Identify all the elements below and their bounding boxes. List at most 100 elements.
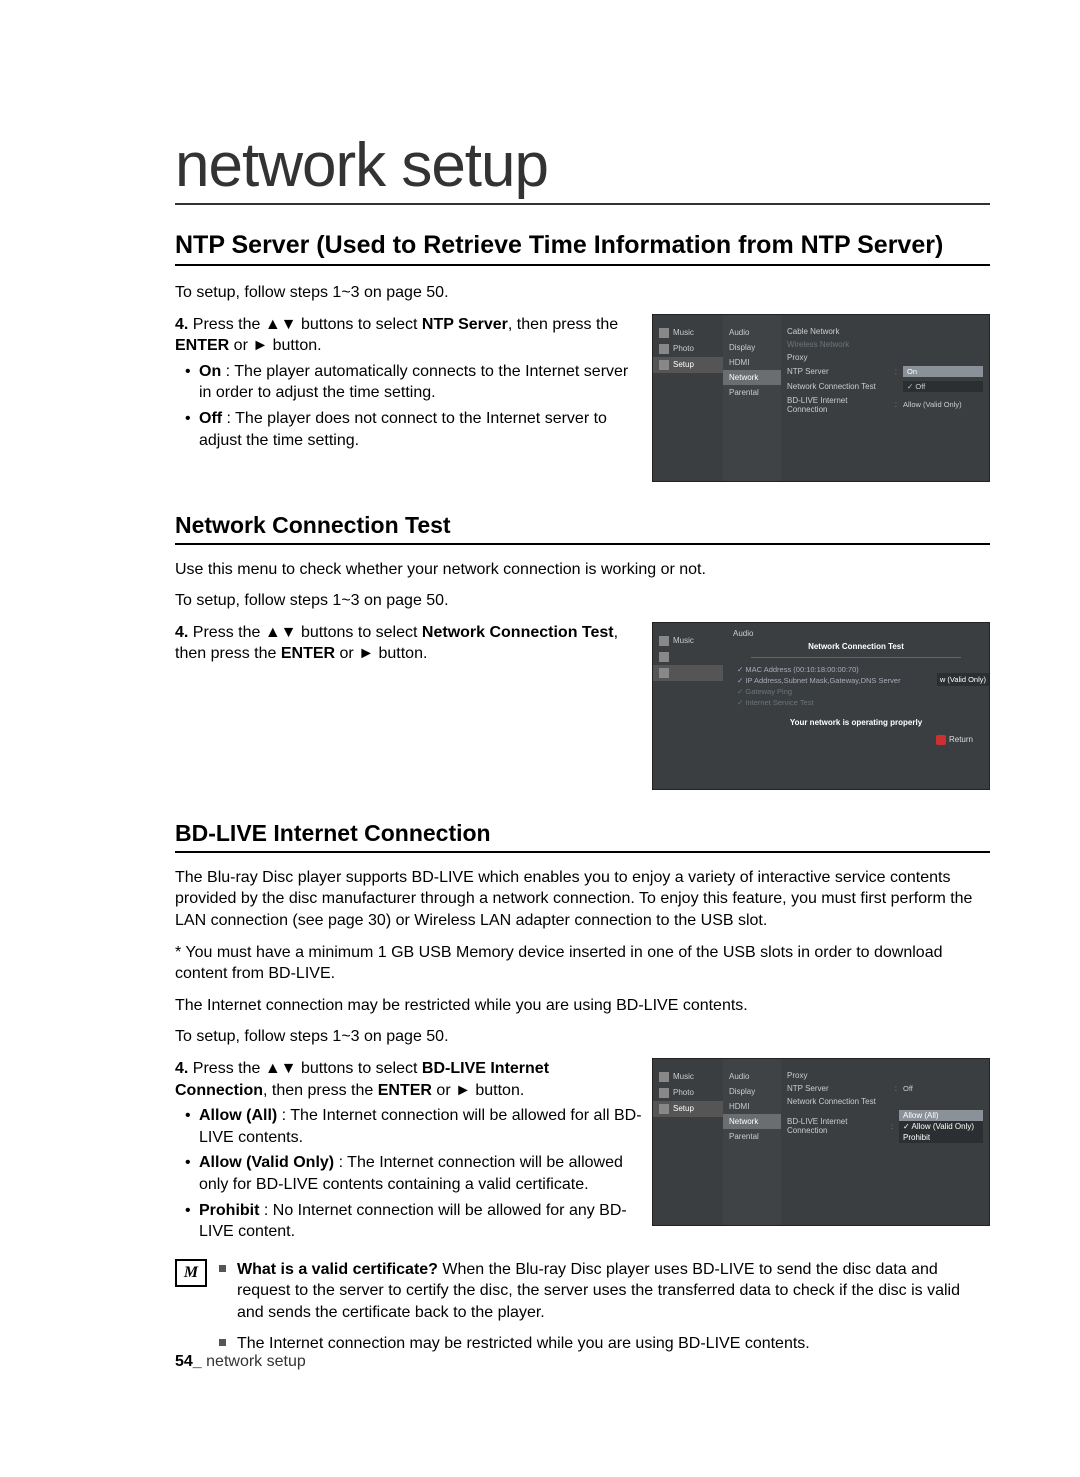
- t: Setup: [673, 360, 694, 369]
- t: Music: [673, 1072, 694, 1081]
- s2-p2: To setup, follow steps 1~3 on page 50.: [175, 590, 990, 612]
- t: : The player automatically connects to t…: [199, 363, 628, 402]
- music-icon: [659, 1072, 669, 1082]
- t: Photo: [673, 344, 694, 353]
- bullet-prohibit: Prohibit : No Internet connection will b…: [175, 1200, 642, 1243]
- s1-text: 4. Press the ▲▼ buttons to select NTP Se…: [175, 314, 642, 456]
- s3-p3: The Internet connection may be restricte…: [175, 995, 990, 1017]
- s1-step: 4. Press the ▲▼ buttons to select NTP Se…: [175, 314, 642, 357]
- scr-right-panel: Proxy NTP Server:Off Network Connection …: [781, 1059, 989, 1225]
- photo-icon: [659, 344, 669, 354]
- s3-p4: To setup, follow steps 1~3 on page 50.: [175, 1026, 990, 1048]
- s1-row: 4. Press the ▲▼ buttons to select NTP Se…: [175, 314, 990, 482]
- side-label: w (Valid Only): [937, 673, 989, 686]
- t: Network Connection Test: [787, 1097, 983, 1106]
- t: Off: [199, 410, 222, 427]
- t: :: [893, 1084, 899, 1093]
- t: ENTER: [281, 645, 335, 662]
- r: Proxy: [787, 351, 983, 364]
- opt-prohibit: Prohibit: [899, 1132, 983, 1143]
- t: :: [889, 1122, 895, 1131]
- t: BD-LIVE Internet Connection: [787, 396, 889, 414]
- check-line: ✓ Internet Service Test: [731, 697, 981, 708]
- r: BD-LIVE Internet Connection:Allow (Valid…: [787, 394, 983, 416]
- bullet-on: On : The player automatically connects t…: [175, 361, 642, 404]
- check-line: ✓ Gateway Ping: [731, 686, 981, 697]
- s2-text: 4. Press the ▲▼ buttons to select Networ…: [175, 622, 642, 669]
- t: : The player does not connect to the Int…: [199, 410, 607, 449]
- t: Allow (Valid Only): [903, 400, 983, 409]
- scr2-body: Audio Network Connection Test ✓ MAC Addr…: [723, 623, 989, 789]
- nav-music: Music: [653, 325, 723, 341]
- t: ENTER: [175, 337, 229, 354]
- nav-music: Music: [653, 1069, 723, 1085]
- note-block: M What is a valid certificate? When the …: [175, 1259, 990, 1365]
- step-number: 4.: [175, 624, 188, 641]
- t: Proxy: [787, 1071, 983, 1080]
- s2-row: 4. Press the ▲▼ buttons to select Networ…: [175, 622, 990, 790]
- s3-text: 4. Press the ▲▼ buttons to select BD-LIV…: [175, 1058, 642, 1247]
- mid-hdmi: HDMI: [723, 355, 781, 370]
- t: Wireless Network: [787, 340, 983, 349]
- t: Allow (Valid Only): [199, 1154, 334, 1171]
- bullet-allow-valid: Allow (Valid Only) : The Internet connec…: [175, 1152, 642, 1195]
- t: Press the ▲▼ buttons to select: [188, 316, 422, 333]
- r: Wireless Network: [787, 338, 983, 351]
- t: Press the ▲▼ buttons to select: [188, 624, 422, 641]
- gear-icon: [659, 1104, 669, 1114]
- r: NTP Server:Off: [787, 1082, 983, 1095]
- note-icon: M: [175, 1259, 207, 1287]
- music-icon: [659, 636, 669, 646]
- scr-mid-nav: Audio Display HDMI Network Parental: [723, 1059, 781, 1225]
- mid-audio: Audio: [723, 325, 781, 340]
- mid-hdmi: HDMI: [723, 1099, 781, 1114]
- divider: [751, 657, 961, 658]
- nav-photo: Photo: [653, 341, 723, 357]
- note-item: What is a valid certificate? When the Bl…: [219, 1259, 990, 1324]
- t: Setup: [673, 1104, 694, 1113]
- s3-step: 4. Press the ▲▼ buttons to select BD-LIV…: [175, 1058, 642, 1101]
- r: Network Connection Test✓ Off: [787, 379, 983, 394]
- t: Prohibit: [199, 1202, 259, 1219]
- r: Cable Network: [787, 325, 983, 338]
- nav-music: Music: [653, 633, 723, 649]
- t: NTP Server: [422, 316, 508, 333]
- section-heading-ntp: NTP Server (Used to Retrieve Time Inform…: [175, 231, 990, 266]
- bullet-off: Off : The player does not connect to the…: [175, 408, 642, 451]
- nav-setup: Setup: [653, 357, 723, 373]
- scr-left-nav: Music: [653, 623, 723, 789]
- t: or ► button.: [335, 645, 427, 662]
- page-title: network setup: [175, 130, 990, 205]
- t: , then press the: [263, 1082, 378, 1099]
- t: Proxy: [787, 353, 983, 362]
- audio-label: Audio: [731, 629, 981, 638]
- t: Photo: [673, 1088, 694, 1097]
- step-number: 4.: [175, 1060, 188, 1077]
- r-sel: BD-LIVE Internet Connection: Allow (All)…: [787, 1108, 983, 1145]
- step-number: 4.: [175, 316, 188, 333]
- photo-icon: [659, 652, 669, 662]
- s2-step: 4. Press the ▲▼ buttons to select Networ…: [175, 622, 642, 665]
- t: Cable Network: [787, 327, 983, 336]
- scr-mid-nav: Audio Display HDMI Network Parental: [723, 315, 781, 481]
- gear-icon: [659, 360, 669, 370]
- mid-network: Network: [723, 1114, 781, 1129]
- mid-audio: Audio: [723, 1069, 781, 1084]
- s3-p1: The Blu-ray Disc player supports BD-LIVE…: [175, 867, 990, 932]
- t: On: [199, 363, 221, 380]
- return-icon: [936, 735, 946, 745]
- r: Proxy: [787, 1069, 983, 1082]
- scr-inner: Music Photo Setup Audio Display HDMI Net…: [653, 1059, 989, 1225]
- mid-network: Network: [723, 370, 781, 385]
- t: or ► button.: [432, 1082, 524, 1099]
- t: BD-LIVE Internet Connection: [787, 1117, 885, 1135]
- screenshot-bdlive: Music Photo Setup Audio Display HDMI Net…: [652, 1058, 990, 1226]
- r-sel: NTP Server:On: [787, 364, 983, 379]
- s1-intro: To setup, follow steps 1~3 on page 50.: [175, 282, 990, 304]
- t: Music: [673, 636, 694, 645]
- mid-display: Display: [723, 1084, 781, 1099]
- t: :: [893, 367, 899, 376]
- t: ENTER: [378, 1082, 432, 1099]
- footer-label: network setup: [202, 1353, 306, 1370]
- photo-icon: [659, 1088, 669, 1098]
